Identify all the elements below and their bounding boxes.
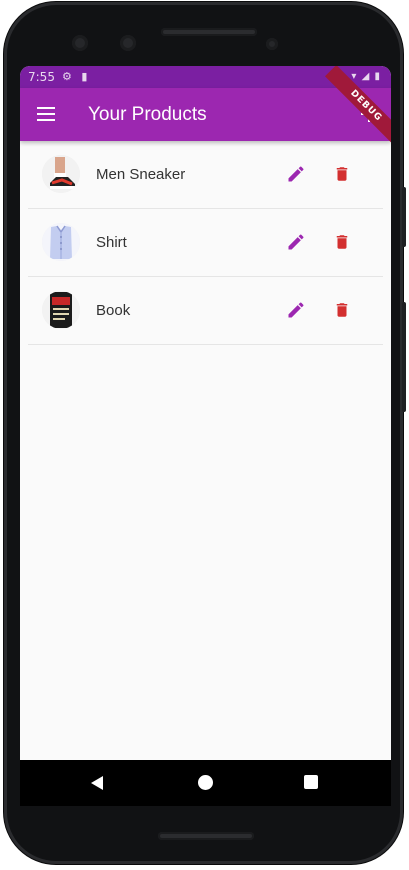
pencil-icon[interactable] — [286, 300, 306, 320]
trash-icon[interactable] — [333, 300, 351, 320]
page-title: Your Products — [88, 104, 207, 125]
battery-icon: ▮ — [374, 71, 381, 82]
front-sensor — [120, 35, 136, 51]
pencil-icon[interactable] — [286, 232, 306, 252]
status-time: 7:55 — [28, 70, 55, 84]
sd-card-icon: ▮ — [81, 70, 88, 83]
system-nav-bar — [20, 760, 391, 806]
power-button[interactable] — [402, 187, 406, 247]
status-left-icons: ⚙ ▮ — [62, 66, 87, 88]
sneaker-image — [42, 155, 80, 193]
product-name: Shirt — [96, 234, 127, 251]
app-bar: Your Products DEBUG — [20, 66, 391, 148]
product-row: Book — [28, 277, 383, 345]
product-row: Shirt — [28, 209, 383, 277]
signal-icon: ◢ — [361, 71, 371, 82]
earpiece-speaker — [161, 28, 257, 36]
back-icon[interactable] — [90, 775, 104, 795]
pencil-icon[interactable] — [286, 164, 306, 184]
shirt-image — [42, 223, 80, 261]
product-row: Men Sneaker — [28, 141, 383, 209]
trash-icon[interactable] — [333, 232, 351, 252]
proximity-sensor — [266, 38, 278, 50]
product-list: Men Sneaker Shirt Book — [20, 141, 391, 345]
front-camera — [72, 35, 88, 51]
recent-apps-icon[interactable] — [304, 775, 318, 789]
home-icon[interactable] — [198, 775, 213, 790]
product-name: Men Sneaker — [96, 166, 186, 183]
volume-rocker[interactable] — [402, 302, 406, 412]
bottom-speaker — [158, 832, 254, 840]
book-cover-image — [42, 291, 80, 329]
gear-icon: ⚙ — [62, 70, 72, 83]
app-screen: 7:55 ⚙ ▮ ▾ ◢ ▮ Your Products DEBUG Men S… — [20, 66, 391, 806]
product-name: Book — [96, 302, 131, 319]
menu-icon[interactable] — [37, 107, 55, 121]
trash-icon[interactable] — [333, 164, 351, 184]
